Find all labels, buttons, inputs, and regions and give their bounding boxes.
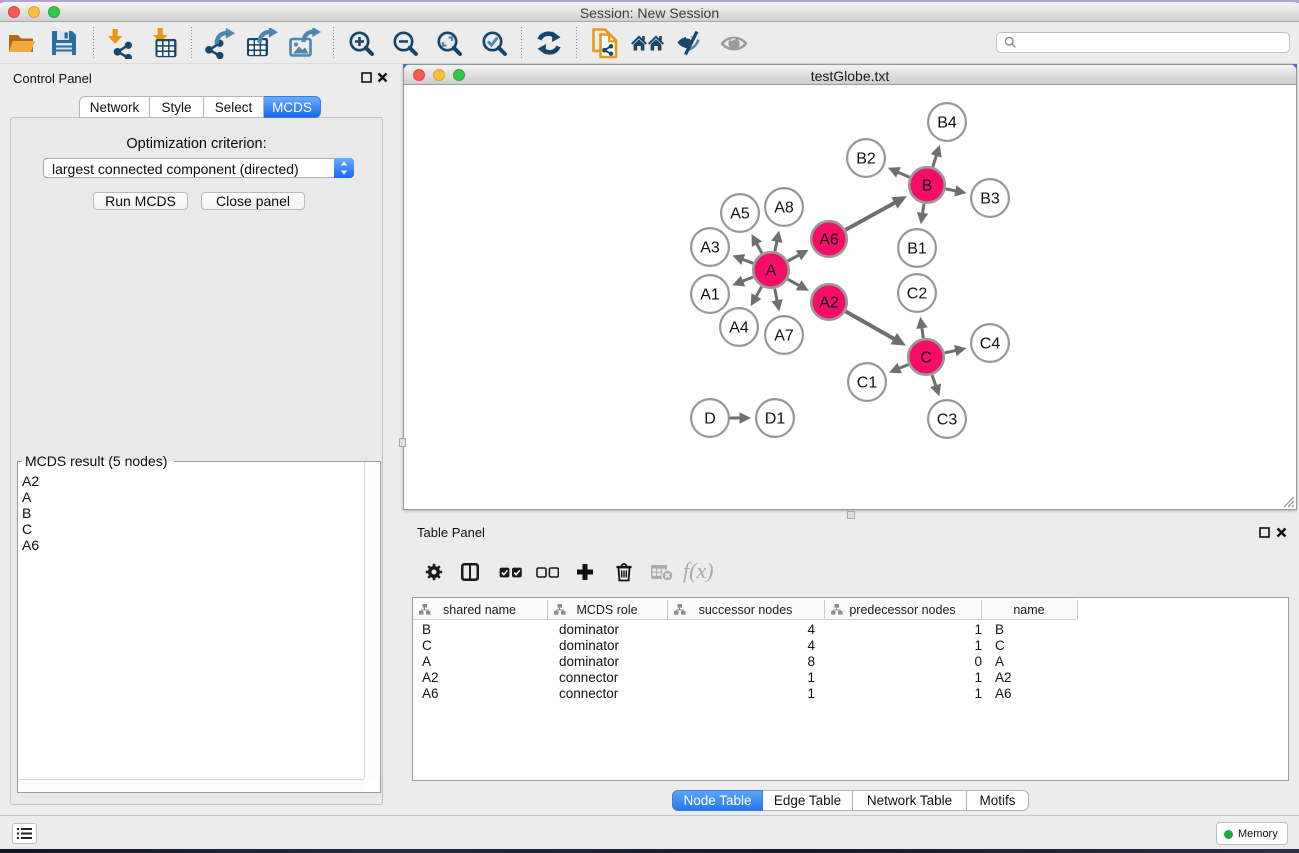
svg-text:D: D [704,411,716,428]
svg-text:C: C [920,350,932,367]
svg-text:A6: A6 [819,232,839,249]
svg-text:A3: A3 [700,240,720,257]
svg-text:A7: A7 [774,328,794,345]
svg-text:C4: C4 [980,336,1001,353]
svg-text:C2: C2 [907,286,928,303]
svg-text:B3: B3 [980,191,1000,208]
svg-text:C3: C3 [937,412,958,429]
svg-text:A8: A8 [774,200,794,217]
svg-text:B1: B1 [907,241,927,258]
svg-text:A2: A2 [819,295,839,312]
svg-text:B: B [922,178,933,195]
svg-text:A4: A4 [729,320,749,337]
svg-text:C1: C1 [857,375,878,392]
svg-text:B2: B2 [856,151,876,168]
svg-text:B4: B4 [937,115,957,132]
svg-text:D1: D1 [765,411,786,428]
svg-text:A: A [766,263,777,280]
svg-text:A1: A1 [700,287,720,304]
svg-text:A5: A5 [730,206,750,223]
